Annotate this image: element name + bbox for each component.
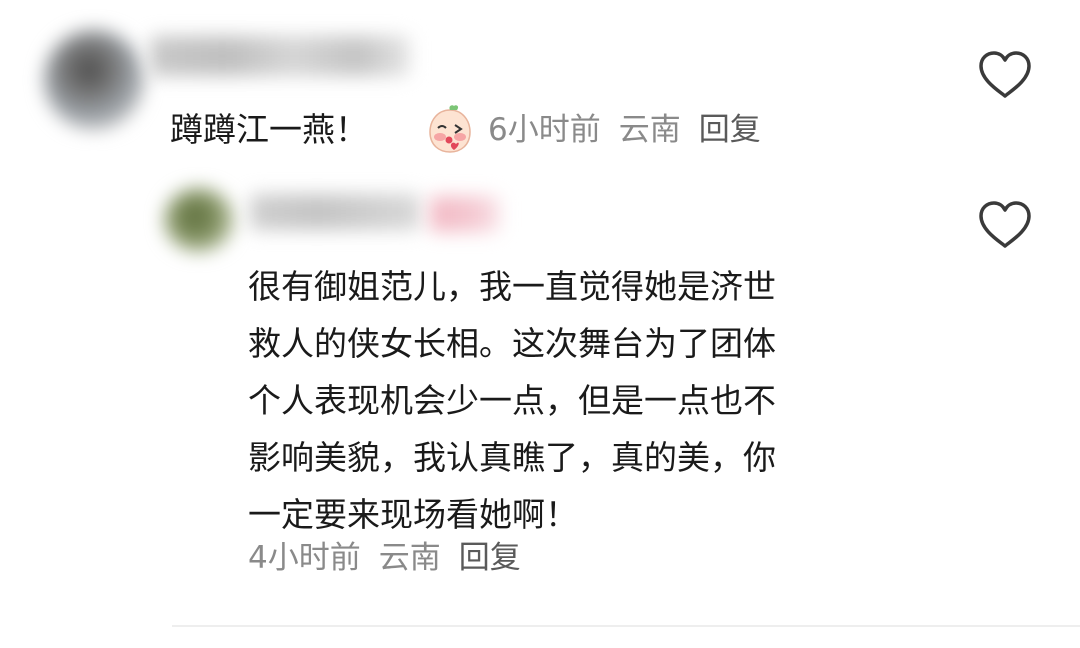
comment-location: 云南 <box>618 112 681 148</box>
reply-meta: 4小时前 云南 回复 <box>248 534 539 582</box>
reply-line: 很有御姐范儿，我一直觉得她是济世 <box>248 267 776 306</box>
username[interactable] <box>150 36 410 76</box>
divider <box>172 625 1080 627</box>
reply-avatar[interactable] <box>164 188 234 252</box>
blushing-peach-emoji-icon <box>429 105 471 153</box>
comment-text: 蹲蹲江一燕！ <box>170 110 368 149</box>
reply-username[interactable] <box>250 194 420 230</box>
reply-button[interactable]: 回复 <box>459 540 521 576</box>
reply-button[interactable]: 回复 <box>699 112 761 148</box>
comment-time: 6小时前 <box>488 112 601 148</box>
reply-location: 云南 <box>378 540 441 576</box>
heart-icon[interactable] <box>977 200 1033 250</box>
reply-user-badge <box>430 196 500 232</box>
reply-text: 很有御姐范儿，我一直觉得她是济世 救人的侠女长相。这次舞台为了团体 个人表现机会… <box>248 258 938 543</box>
comment-thread: 蹲蹲江一燕！ 6小时前 云南 回复 很有御姐范儿，我一直觉得她是济世 救人的侠女长相… <box>0 0 1080 648</box>
comment-meta: 6小时前 云南 回复 <box>488 106 779 154</box>
reply-time: 4小时前 <box>248 540 361 576</box>
reply-line: 个人表现机会少一点，但是一点也不 <box>248 381 776 420</box>
reply-line: 影响美貌，我认真瞧了，真的美，你 <box>248 438 776 477</box>
heart-icon[interactable] <box>977 50 1033 100</box>
avatar[interactable] <box>44 30 144 130</box>
reply-line: 救人的侠女长相。这次舞台为了团体 <box>248 324 776 363</box>
